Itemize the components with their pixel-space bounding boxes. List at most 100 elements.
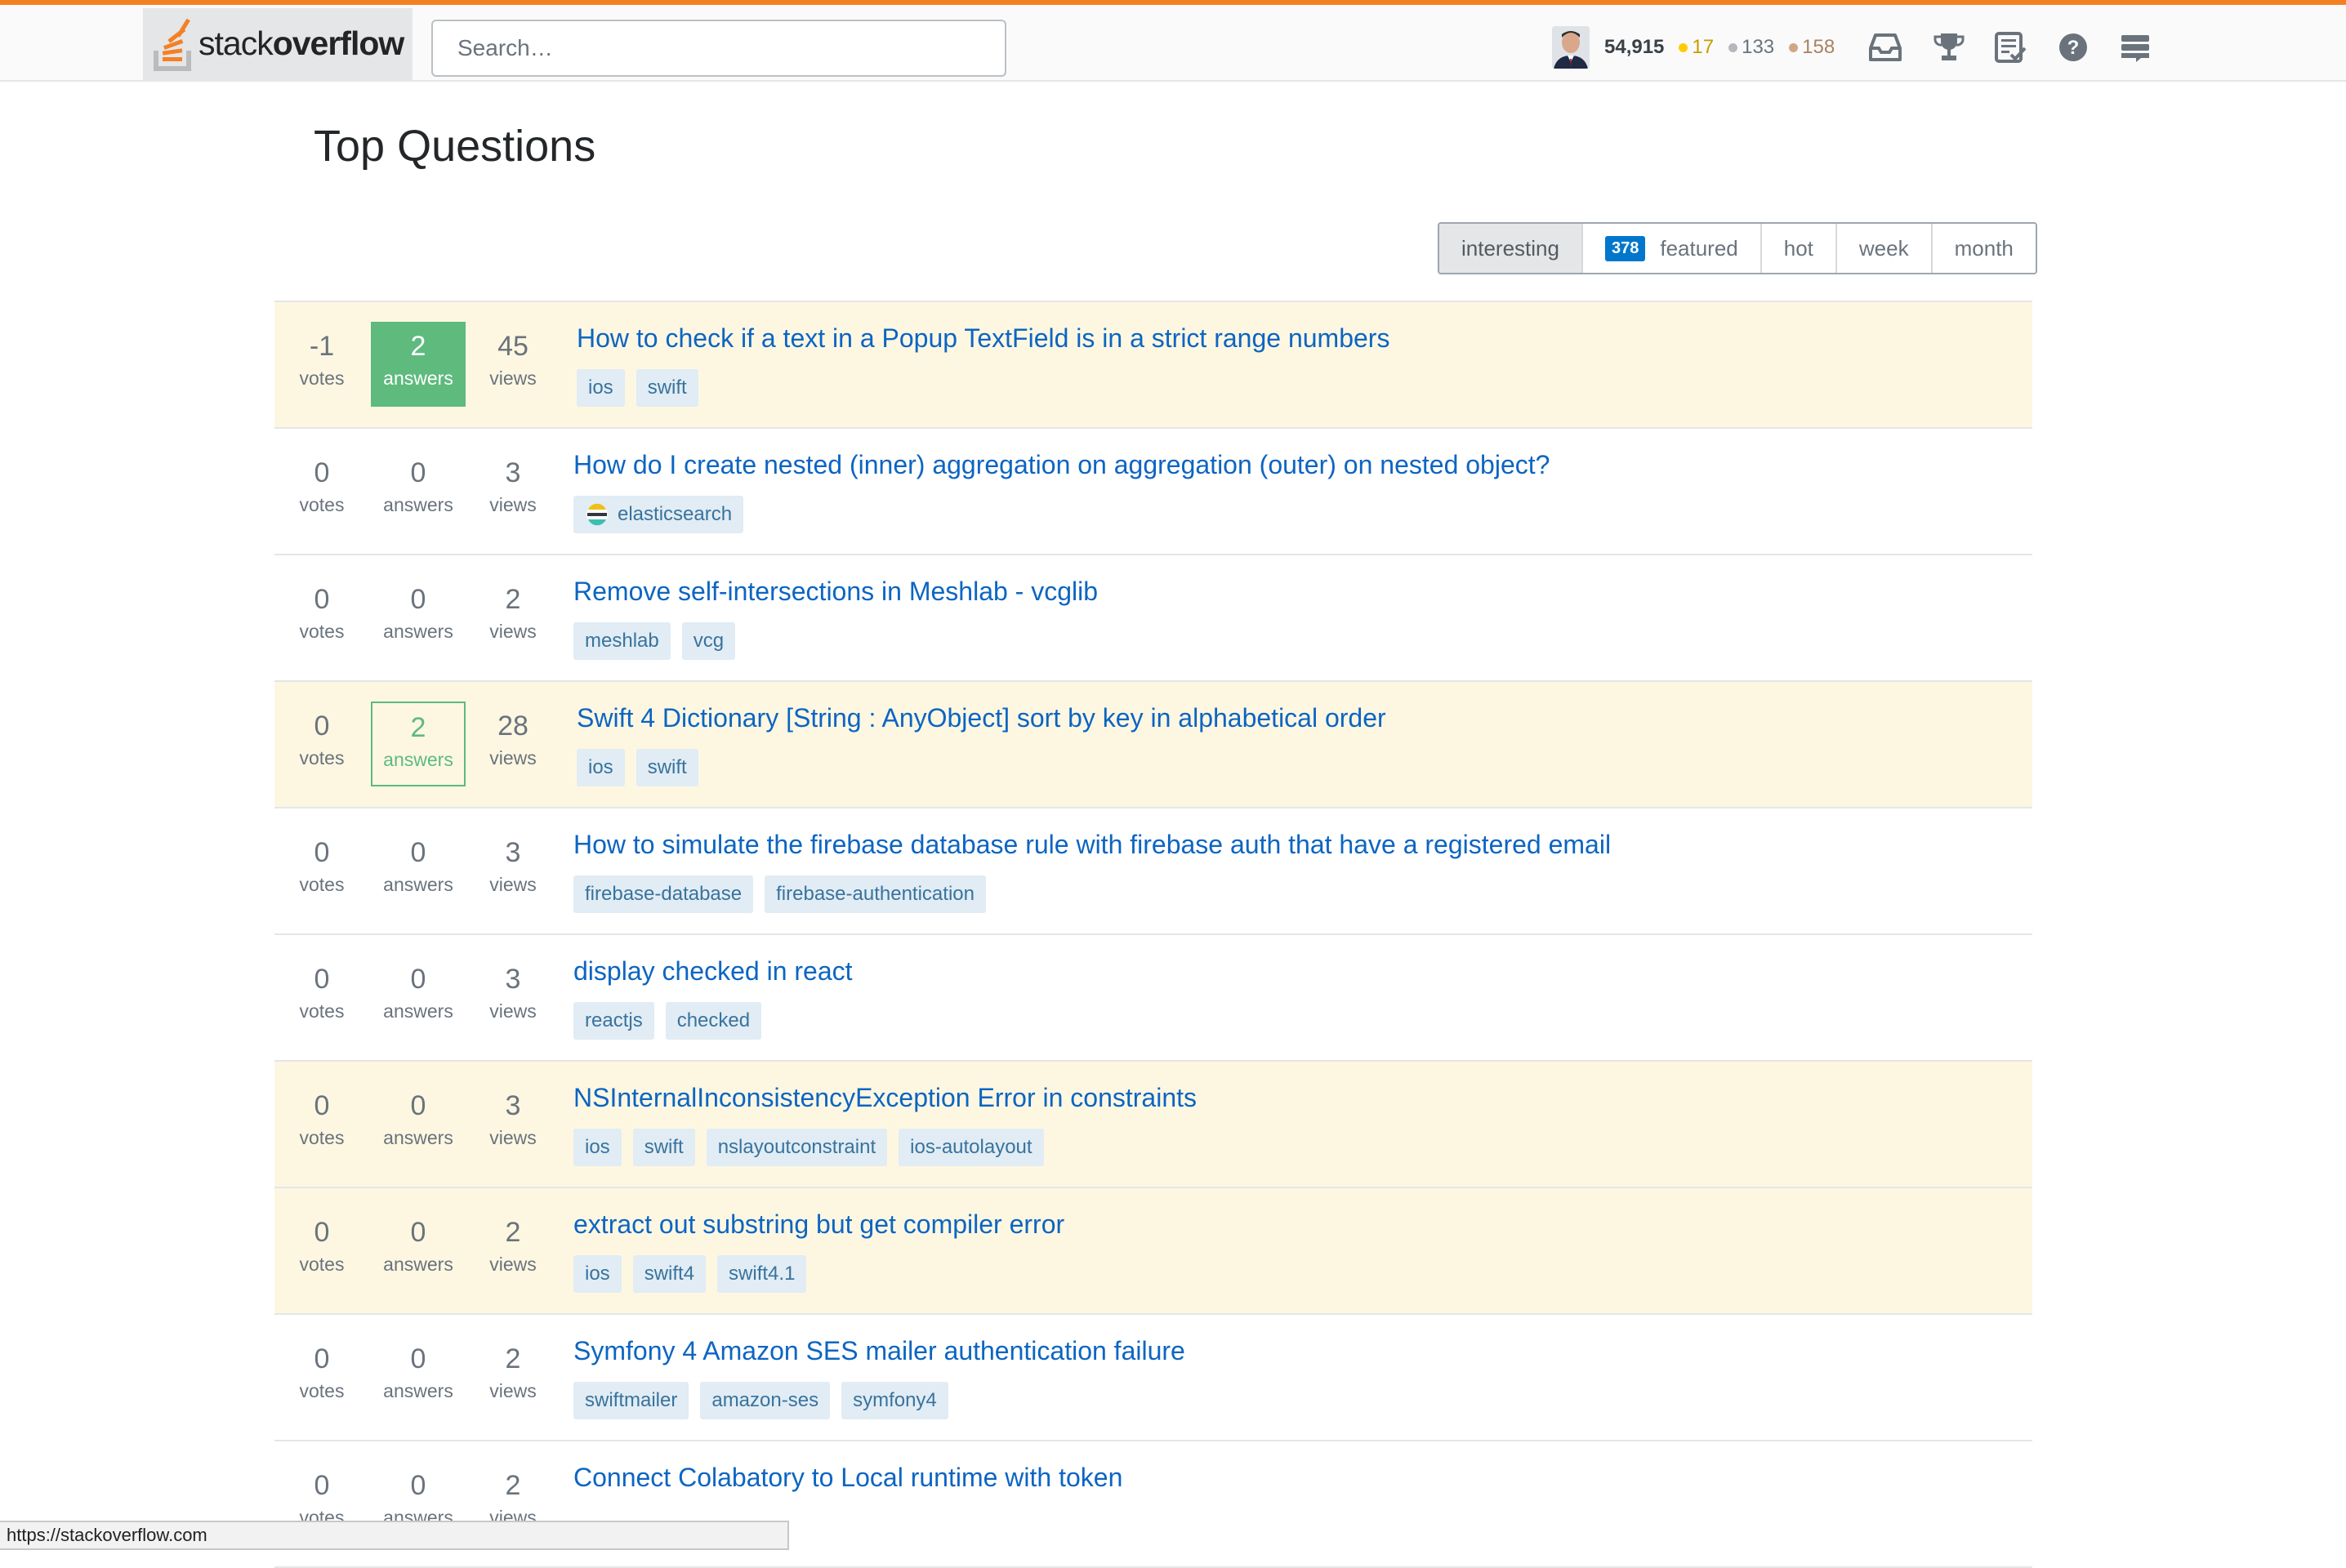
question-row: 0 votes 0 answers 3 views How to simulate the … [274, 808, 2032, 935]
stackoverflow-logo[interactable]: stackoverflow [143, 8, 413, 82]
question-tag[interactable]: ios [573, 1255, 622, 1293]
review-queue-icon [1995, 32, 2027, 63]
tag-label: amazon-ses [711, 1389, 819, 1411]
question-tag[interactable]: amazon-ses [700, 1382, 831, 1419]
question-row: -1 votes 2 answers 45 views How to check if a … [274, 302, 2032, 429]
gold-badge-icon [1679, 42, 1688, 52]
tab-label: month [1954, 235, 2014, 261]
question-row: 0 votes 0 answers 3 views NSInternalInconsiste… [274, 1062, 2032, 1188]
answer-label: answers [383, 749, 453, 770]
vote-count: 0 votes [274, 955, 369, 1040]
question-tag[interactable]: elasticsearch [573, 496, 744, 533]
help-button[interactable]: ? [2055, 29, 2091, 65]
question-tag[interactable]: swift [636, 369, 698, 407]
question-tag[interactable]: nslayoutconstraint [706, 1129, 888, 1166]
gold-badges: 17 [1679, 36, 1714, 59]
question-row: 0 votes 2 answers 28 views Swift 4 Dictionary … [274, 682, 2032, 808]
view-number: 2 [505, 1217, 521, 1248]
view-count: 3 views [466, 448, 560, 533]
answer-label: answers [383, 1000, 453, 1022]
tag-label: reactjs [585, 1009, 643, 1031]
tab-label: interesting [1461, 235, 1559, 261]
question-title-link[interactable]: How to simulate the firebase database ru… [573, 830, 1611, 860]
gold-badge-count: 17 [1692, 36, 1715, 58]
question-tags: ios swift [577, 369, 698, 407]
question-tag[interactable]: ios [573, 1129, 622, 1166]
vote-label: votes [299, 1000, 345, 1022]
question-tags: reactjs checked [573, 1002, 762, 1040]
search-input[interactable] [431, 20, 1006, 77]
review-queue-button[interactable] [1993, 29, 2029, 65]
tab-month[interactable]: month [1930, 224, 2036, 273]
tab-interesting[interactable]: interesting [1439, 224, 1581, 273]
question-tag[interactable]: ios [577, 749, 625, 786]
answer-count: 0 answers [371, 828, 466, 913]
silver-badges: 133 [1728, 36, 1774, 59]
answer-label: answers [383, 874, 453, 895]
question-title-link[interactable]: How to check if a text in a Popup TextFi… [577, 323, 1389, 354]
vote-count: -1 votes [274, 322, 369, 407]
tag-label: meshlab [585, 630, 659, 652]
question-title-link[interactable]: display checked in react [573, 956, 853, 987]
view-label: views [489, 621, 537, 642]
elasticsearch-logo-icon [586, 503, 608, 526]
status-url: https://stackoverflow.com [7, 1525, 207, 1545]
question-tag[interactable]: swift4.1 [717, 1255, 807, 1293]
question-tag[interactable]: meshlab [573, 622, 671, 660]
tag-label: vcg [693, 630, 725, 652]
answer-count: 0 answers [371, 955, 466, 1040]
question-tag[interactable]: vcg [681, 622, 736, 660]
avatar[interactable] [1552, 26, 1590, 69]
bronze-badge-icon [1789, 42, 1799, 52]
question-tag[interactable]: firebase-authentication [765, 875, 986, 913]
question-title-link[interactable]: How do I create nested (inner) aggregati… [573, 450, 1550, 480]
question-row: 0 votes 0 answers 3 views How do I create nest… [274, 429, 2032, 555]
question-tag[interactable]: swift [636, 749, 698, 786]
question-title-link[interactable]: Symfony 4 Amazon SES mailer authenticati… [573, 1336, 1185, 1366]
question-tag[interactable]: ios [577, 369, 625, 407]
browser-status-bar: https://stackoverflow.com [0, 1521, 789, 1550]
vote-number: 0 [314, 710, 330, 742]
vote-label: votes [299, 874, 345, 895]
user-avatar-image [1552, 26, 1590, 69]
tag-label: nslayoutconstraint [717, 1136, 876, 1158]
user-card[interactable]: 54,915 17 133 158 [1552, 24, 1835, 70]
answer-count: 0 answers [371, 1208, 466, 1293]
question-tag[interactable]: reactjs [573, 1002, 654, 1040]
answer-count: 2 answers [371, 322, 466, 407]
answer-count: 0 answers [371, 1334, 466, 1419]
question-tag[interactable]: firebase-database [573, 875, 754, 913]
question-title-link[interactable]: Remove self-intersections in Meshlab - v… [573, 577, 1098, 607]
question-tag[interactable]: swift4 [632, 1255, 707, 1293]
inbox-button[interactable] [1867, 29, 1903, 65]
question-tag[interactable]: checked [665, 1002, 762, 1040]
question-title-link[interactable]: NSInternalInconsistencyException Error i… [573, 1083, 1197, 1113]
question-filter-tabs: interesting 378 featured hot week month [1438, 222, 2037, 274]
tab-week[interactable]: week [1835, 224, 1931, 273]
question-title-link[interactable]: extract out substring but get compiler e… [573, 1209, 1064, 1240]
view-label: views [489, 1254, 537, 1275]
question-tag[interactable]: ios-autolayout [899, 1129, 1044, 1166]
view-label: views [489, 747, 537, 768]
question-tag[interactable]: swift [632, 1129, 695, 1166]
question-tags: swiftmailer amazon-ses symfony4 [573, 1382, 948, 1419]
view-number: 3 [505, 964, 521, 995]
answer-label: answers [383, 1380, 453, 1401]
question-row: 0 votes 0 answers 2 views Remove self-intersec… [274, 555, 2032, 682]
question-tag[interactable]: symfony4 [841, 1382, 948, 1419]
question-title-link[interactable]: Swift 4 Dictionary [String : AnyObject] … [577, 703, 1386, 733]
view-count: 3 views [466, 828, 560, 913]
tag-label: swift4 [644, 1263, 695, 1285]
answer-number: 0 [410, 1343, 426, 1374]
tab-hot[interactable]: hot [1760, 224, 1835, 273]
tab-featured[interactable]: 378 featured [1581, 224, 1760, 273]
vote-count: 0 votes [274, 1208, 369, 1293]
answer-number: 0 [410, 837, 426, 868]
site-switcher-button[interactable] [2117, 29, 2153, 65]
question-tag[interactable]: swiftmailer [573, 1382, 689, 1419]
question-title-link[interactable]: Connect Colabatory to Local runtime with… [573, 1463, 1122, 1493]
tag-label: firebase-database [585, 883, 743, 905]
achievements-button[interactable] [1931, 29, 1967, 65]
view-label: views [489, 368, 537, 389]
view-number: 45 [497, 331, 529, 362]
